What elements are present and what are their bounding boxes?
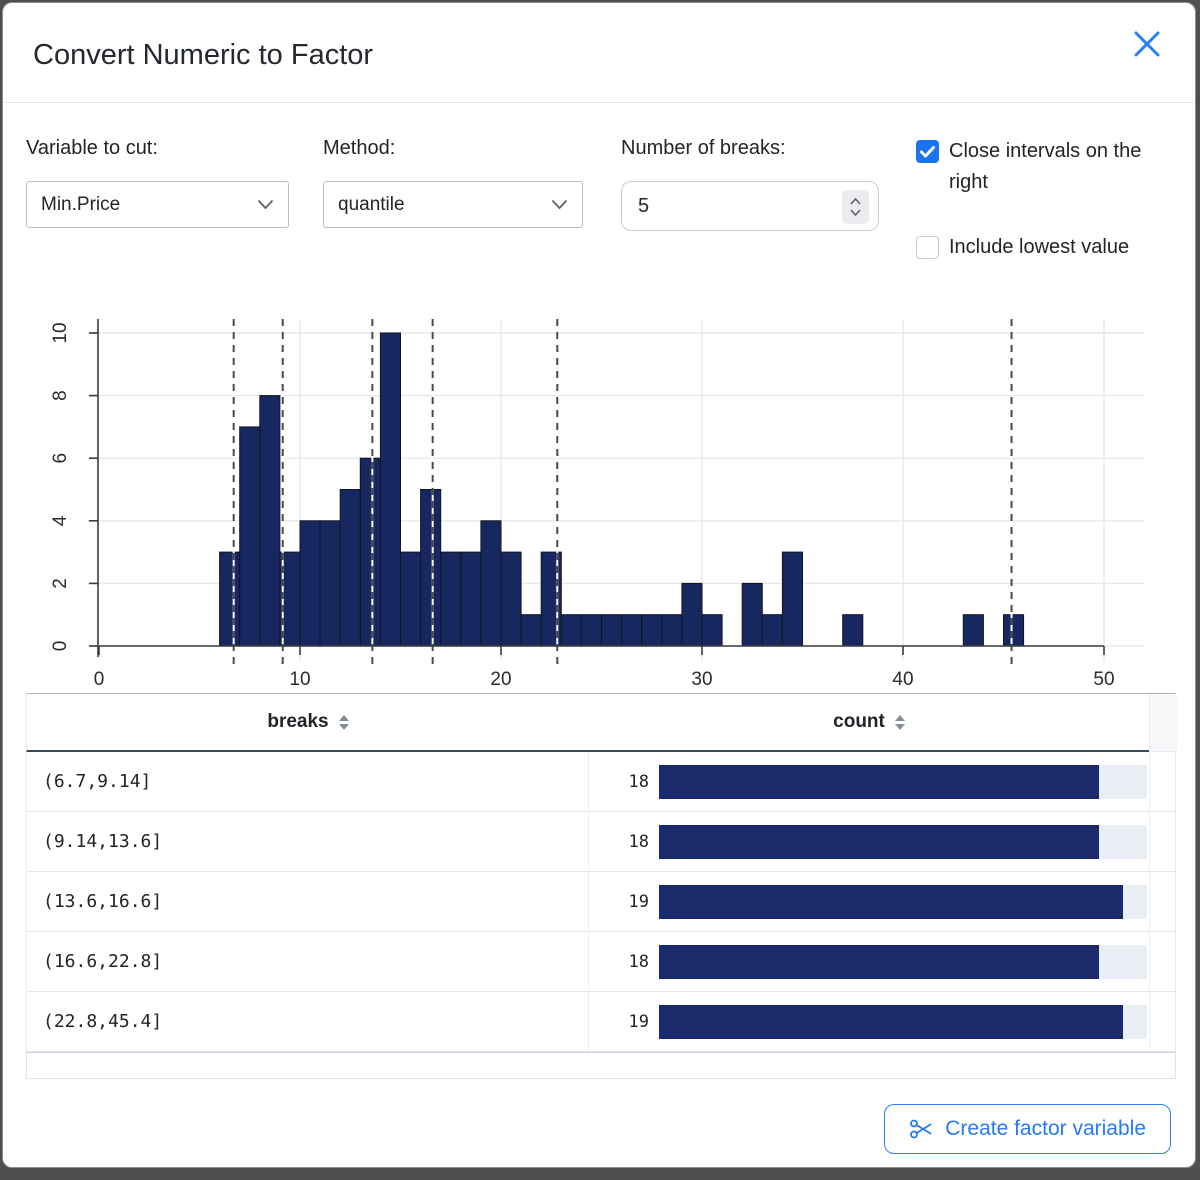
close-intervals-label: Close intervals on the right [949, 136, 1178, 198]
count-value: 19 [601, 1012, 649, 1032]
breaks-table: breaks count (6.7,9.14]18(9.14,13.6]18(1… [26, 693, 1176, 1079]
breaks-cell: (13.6,16.6] [27, 872, 589, 931]
count-bar-track [659, 945, 1147, 979]
row-filler-cell [1149, 812, 1177, 871]
close-intervals-checkbox-row[interactable]: Close intervals on the right [916, 136, 1178, 198]
histogram-chart: 0 10 20 30 40 50 0 2 4 6 8 10 [3, 295, 1196, 693]
row-filler-cell [1149, 872, 1177, 931]
dialog-header: Convert Numeric to Factor [3, 3, 1195, 103]
count-cell: 19 [589, 992, 1149, 1051]
dialog-title: Convert Numeric to Factor [33, 39, 373, 72]
screen-background: { "modal": { "title": "Convert Numeric t… [0, 0, 1200, 1180]
count-bar-track [659, 885, 1147, 919]
close-button[interactable] [1127, 25, 1167, 65]
include-lowest-checkbox[interactable] [916, 236, 939, 259]
table-row[interactable]: (22.8,45.4] 19 [26, 992, 1176, 1052]
count-bar [659, 885, 1123, 919]
svg-text:0: 0 [94, 669, 105, 690]
svg-text:0: 0 [50, 641, 71, 652]
svg-text:20: 20 [490, 669, 511, 690]
count-bar-track [659, 825, 1147, 859]
table-row[interactable]: (6.7,9.14] 18 [26, 752, 1176, 812]
row-filler-cell [1149, 752, 1177, 811]
variable-label: Variable to cut: [26, 137, 158, 160]
table-footer-strip [26, 1052, 1176, 1079]
include-lowest-checkbox-row[interactable]: Include lowest value [916, 232, 1178, 263]
close-icon [1129, 26, 1165, 62]
count-cell: 18 [589, 932, 1149, 991]
svg-text:2: 2 [50, 578, 71, 589]
sort-icon [895, 715, 905, 730]
breaks-cell: (9.14,13.6] [27, 812, 589, 871]
table-header-row: breaks count [26, 693, 1176, 752]
table-row[interactable]: (9.14,13.6] 18 [26, 812, 1176, 872]
count-cell: 18 [589, 812, 1149, 871]
column-header-count[interactable]: count [589, 694, 1149, 750]
svg-text:10: 10 [289, 669, 310, 690]
count-bar-track [659, 765, 1147, 799]
svg-text:8: 8 [50, 390, 71, 401]
svg-text:10: 10 [50, 322, 71, 343]
count-bar [659, 765, 1099, 799]
table-row[interactable]: (13.6,16.6] 19 [26, 872, 1176, 932]
include-lowest-label: Include lowest value [949, 232, 1129, 263]
sort-icon [339, 715, 349, 730]
controls-panel: Variable to cut: Min.Price Method: quant… [3, 103, 1195, 295]
count-bar-track [659, 1005, 1147, 1039]
count-bar [659, 825, 1099, 859]
svg-text:50: 50 [1093, 669, 1114, 690]
count-header-label: count [833, 711, 885, 733]
stepper-down-icon [850, 209, 861, 216]
svg-text:30: 30 [691, 669, 712, 690]
count-value: 19 [601, 892, 649, 912]
breaks-header-label: breaks [267, 711, 328, 733]
histogram-svg: 0 10 20 30 40 50 0 2 4 6 8 10 [3, 295, 1196, 693]
table-header-filler [1149, 694, 1177, 752]
close-intervals-checkbox[interactable] [916, 140, 939, 163]
number-of-breaks-input[interactable]: 5 [621, 181, 879, 231]
variable-select-value: Min.Price [41, 194, 120, 216]
count-value: 18 [601, 772, 649, 792]
count-cell: 19 [589, 872, 1149, 931]
breaks-cell: (22.8,45.4] [27, 992, 589, 1051]
stepper-up-icon [850, 198, 861, 205]
number-of-breaks-label: Number of breaks: [621, 137, 786, 160]
count-value: 18 [601, 832, 649, 852]
method-label: Method: [323, 137, 395, 160]
table-row[interactable]: (16.6,22.8] 18 [26, 932, 1176, 992]
breaks-cell: (16.6,22.8] [27, 932, 589, 991]
row-filler-cell [1149, 992, 1177, 1051]
breaks-cell: (6.7,9.14] [27, 752, 589, 811]
chevron-down-icon [257, 199, 274, 210]
method-select-value: quantile [338, 194, 405, 216]
table-body: (6.7,9.14]18(9.14,13.6]18(13.6,16.6]19(1… [26, 752, 1176, 1052]
create-factor-variable-label: Create factor variable [945, 1117, 1146, 1141]
checkmark-icon [920, 146, 935, 158]
svg-text:40: 40 [892, 669, 913, 690]
column-header-breaks[interactable]: breaks [27, 694, 589, 750]
scissors-icon [909, 1117, 933, 1141]
count-bar [659, 1005, 1123, 1039]
number-stepper[interactable] [842, 190, 869, 224]
create-factor-variable-button[interactable]: Create factor variable [884, 1104, 1171, 1154]
count-value: 18 [601, 952, 649, 972]
count-cell: 18 [589, 752, 1149, 811]
svg-text:4: 4 [50, 515, 71, 526]
row-filler-cell [1149, 932, 1177, 991]
chevron-down-icon [551, 199, 568, 210]
method-select[interactable]: quantile [323, 181, 583, 228]
svg-text:6: 6 [50, 453, 71, 464]
number-of-breaks-value: 5 [638, 195, 649, 218]
variable-select[interactable]: Min.Price [26, 181, 289, 228]
count-bar [659, 945, 1099, 979]
convert-numeric-dialog: Convert Numeric to Factor Variable to cu… [2, 2, 1196, 1168]
